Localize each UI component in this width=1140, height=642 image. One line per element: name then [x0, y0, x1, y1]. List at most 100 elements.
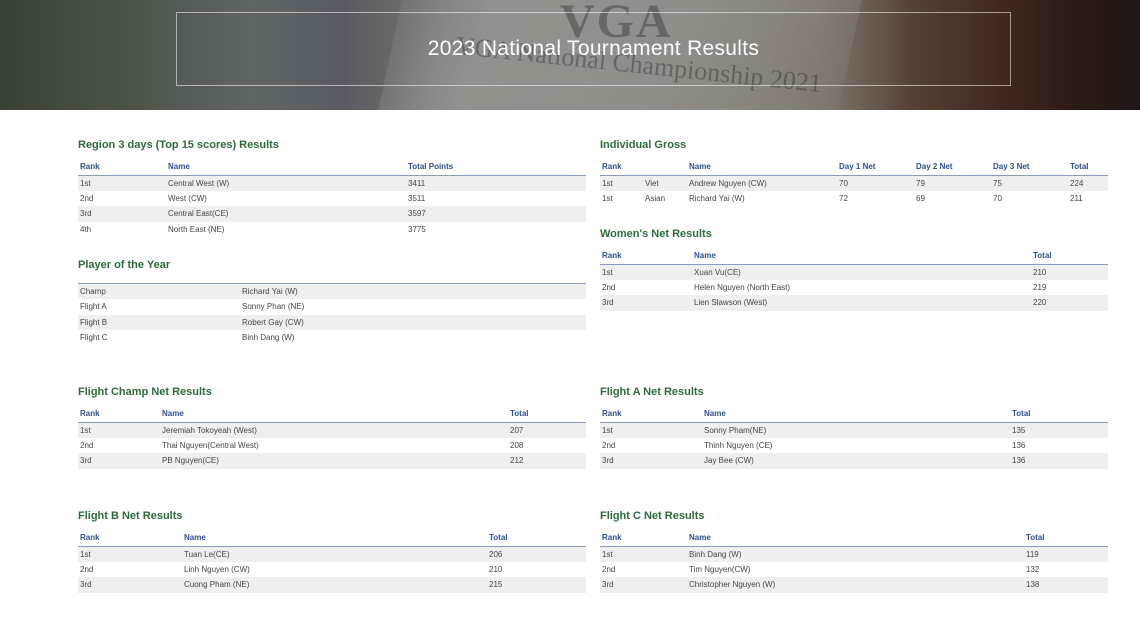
- name-cell: Richard Yai (W): [240, 283, 586, 299]
- player-of-year-table: Champ Richard Yai (W) Flight A Sonny Phan …: [78, 283, 586, 346]
- rank-cell: 1st: [600, 546, 687, 562]
- player-of-year-section: Player of the Year Champ Richard Yai (W) …: [78, 259, 586, 346]
- column-header: Name: [687, 532, 1024, 547]
- column-header: Name: [166, 161, 406, 176]
- day2-cell: 79: [914, 175, 991, 191]
- rank-cell: 3rd: [600, 577, 687, 593]
- section-title: Region 3 days (Top 15 scores) Results: [78, 139, 279, 151]
- section-title: Flight Champ Net Results: [78, 386, 212, 398]
- column-header: Day 1 Net: [837, 161, 914, 176]
- name-cell: Xuan Vu(CE): [692, 264, 1031, 280]
- category-cell: Asian: [645, 193, 666, 203]
- name-cell: Lien Slawson (West): [692, 295, 1031, 311]
- column-header: Rank: [78, 161, 166, 176]
- section-title: Individual Gross: [600, 139, 687, 151]
- column-header: Rank: [600, 532, 687, 547]
- table-row: Flight B Robert Gay (CW): [78, 314, 586, 330]
- rank-cell: 1st: [600, 264, 692, 280]
- column-header: Rank: [78, 408, 160, 423]
- total-cell: 219: [1033, 282, 1047, 292]
- rank-cell: 3rd: [600, 295, 692, 311]
- table-row: 1st Asian Richard Yai (W) 72 69 70 211: [600, 191, 1108, 207]
- name-cell: Thinh Nguyen (CE): [704, 440, 773, 450]
- column-header: Total: [1024, 532, 1108, 547]
- rank-cell: 1st: [78, 546, 182, 562]
- table-row: 1st Central West (W) 3411: [78, 175, 586, 191]
- table-row: Champ Richard Yai (W): [78, 283, 586, 299]
- rank-cell: 3rd: [600, 453, 702, 469]
- rank-cell: 3rd: [78, 577, 182, 593]
- total-cell: 208: [510, 440, 524, 450]
- table-row: 1st Xuan Vu(CE) 210: [600, 264, 1108, 280]
- table-row: 2nd Thinh Nguyen (CE) 136: [600, 438, 1108, 454]
- table-row: 1st Sonny Pham(NE) 135: [600, 422, 1108, 438]
- rank-cell: 3rd: [78, 206, 166, 222]
- section-title: Flight A Net Results: [600, 386, 704, 398]
- total-cell: 210: [1031, 264, 1108, 280]
- name-cell: Andrew Nguyen (CW): [687, 175, 837, 191]
- column-header: Name: [687, 161, 837, 176]
- flight-champ-net-table: Rank Name Total 1st Jeremiah Tokoyeah (We…: [78, 408, 586, 469]
- column-header: Total: [487, 532, 586, 547]
- name-cell: Richard Yai (W): [689, 193, 745, 203]
- rank-cell: 2nd: [602, 564, 616, 574]
- column-header: Day 3 Net: [991, 161, 1068, 176]
- table-row: Flight C Binh Dang (W): [78, 330, 586, 346]
- table-row: 3rd Cuong Pham (NE) 215: [78, 577, 586, 593]
- name-cell: Jeremiah Tokoyeah (West): [160, 422, 508, 438]
- name-cell: West (CW): [168, 193, 207, 203]
- points-cell: 3775: [408, 224, 426, 234]
- total-cell: 210: [489, 564, 503, 574]
- section-title: Flight B Net Results: [78, 510, 183, 522]
- day1-cell: 72: [839, 193, 848, 203]
- section-title: Flight C Net Results: [600, 510, 705, 522]
- name-cell: Sonny Pham(NE): [702, 422, 1010, 438]
- womens-net-section: Women's Net Results Rank Name Total 1st X…: [600, 228, 1108, 311]
- table-row: 2nd Tim Nguyen(CW) 132: [600, 562, 1108, 578]
- column-header: Total: [508, 408, 586, 423]
- table-row: 3rd PB Nguyen(CE) 212: [78, 453, 586, 469]
- table-row: 2nd Helen Nguyen (North East) 219: [600, 280, 1108, 296]
- total-cell: 206: [487, 546, 586, 562]
- total-cell: 211: [1070, 193, 1083, 203]
- region-results-table: Rank Name Total Points 1st Central West (…: [78, 161, 586, 237]
- total-cell: 136: [1012, 440, 1026, 450]
- day1-cell: 70: [837, 175, 914, 191]
- total-cell: 207: [508, 422, 586, 438]
- column-header: Total: [1068, 161, 1108, 176]
- flight-a-net-section: Flight A Net Results Rank Name Total 1st…: [600, 386, 1108, 469]
- rank-cell: 2nd: [80, 564, 94, 574]
- individual-gross-table: Rank Name Day 1 Net Day 2 Net Day 3 Net …: [600, 161, 1108, 206]
- column-header: Total: [1031, 250, 1108, 265]
- day3-cell: 75: [991, 175, 1068, 191]
- table-row: 2nd Thai Nguyen(Central West) 208: [78, 438, 586, 454]
- womens-net-table: Rank Name Total 1st Xuan Vu(CE) 210 2nd Hel…: [600, 250, 1108, 311]
- hero-banner: VGA VGA National Championship 2021 2023 …: [0, 0, 1140, 110]
- flight-c-net-table: Rank Name Total 1st Binh Dang (W) 119 2nd T…: [600, 532, 1108, 593]
- points-cell: 3597: [406, 206, 586, 222]
- table-row: 3rd Lien Slawson (West) 220: [600, 295, 1108, 311]
- column-header: Rank: [600, 250, 692, 265]
- column-header: Name: [702, 408, 1010, 423]
- name-cell: Christopher Nguyen (W): [687, 577, 1024, 593]
- total-cell: 135: [1010, 422, 1108, 438]
- table-row: 1st Jeremiah Tokoyeah (West) 207: [78, 422, 586, 438]
- flight-a-net-table: Rank Name Total 1st Sonny Pham(NE) 135 2nd…: [600, 408, 1108, 469]
- table-row: 1st Tuan Le(CE) 206: [78, 546, 586, 562]
- column-header: [643, 161, 687, 176]
- column-header: Name: [692, 250, 1031, 265]
- name-cell: Thai Nguyen(Central West): [162, 440, 259, 450]
- rank-cell: 2nd: [602, 282, 616, 292]
- table-row: 1st Viet Andrew Nguyen (CW) 70 79 75 224: [600, 175, 1108, 191]
- table-row: 4th North East (NE) 3775: [78, 222, 586, 238]
- rank-cell: 1st: [600, 175, 643, 191]
- rank-cell: 1st: [602, 193, 613, 203]
- name-cell: Robert Gay (CW): [240, 314, 586, 330]
- rank-cell: 1st: [78, 422, 160, 438]
- flight-cell: Champ: [78, 283, 240, 299]
- rank-cell: 2nd: [80, 193, 94, 203]
- table-row: 1st Binh Dang (W) 119: [600, 546, 1108, 562]
- name-cell: Central West (W): [166, 175, 406, 191]
- name-cell: Tuan Le(CE): [182, 546, 487, 562]
- total-cell: 212: [508, 453, 586, 469]
